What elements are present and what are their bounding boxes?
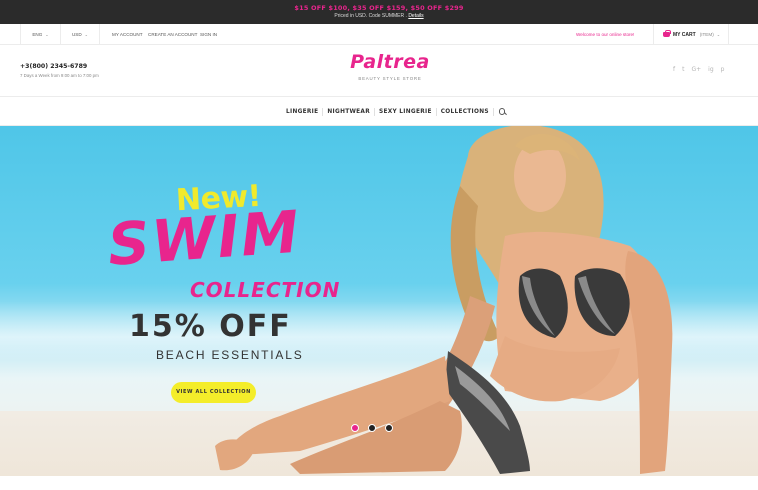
slide-dot-3[interactable]	[385, 424, 393, 432]
site-header: +3(800) 2345-6789 7 Days a Week from 9:0…	[0, 45, 758, 97]
chevron-down-icon: ⌄	[84, 32, 89, 37]
nav-item-collections[interactable]: Collections	[437, 107, 494, 116]
cart-label: MY CART	[673, 32, 696, 38]
instagram-icon[interactable]: ig	[708, 66, 713, 73]
promo-note-text: Priced in USD. Code SUMMER .	[334, 13, 407, 19]
social-links: f t G+ ig p	[673, 66, 724, 73]
twitter-icon[interactable]: t	[682, 66, 684, 73]
promo-note: Priced in USD. Code SUMMER . Details	[0, 13, 758, 19]
phone-number: +3(800) 2345-6789	[20, 63, 88, 70]
site-tagline: Beauty Style Store	[358, 76, 422, 81]
promo-details-link[interactable]: Details	[408, 13, 423, 19]
language-value: ENG	[32, 32, 43, 37]
slide-dot-2[interactable]	[368, 424, 376, 432]
nav-menu: Lingerie Nightwear Sexy Lingerie Collect…	[282, 97, 506, 126]
page-bottom-strip	[0, 476, 758, 490]
slide-dot-1[interactable]	[351, 424, 359, 432]
currency-value: USD	[71, 32, 82, 37]
hero-tagline: BEACH ESSENTIALS	[156, 348, 304, 362]
search-icon[interactable]	[498, 108, 506, 115]
currency-selector[interactable]: USD ⌄	[60, 24, 100, 45]
facebook-icon[interactable]: f	[673, 66, 675, 73]
business-hours: 7 Days a Week from 9:00 am to 7:00 pm	[20, 73, 99, 78]
hero-headline: SWIM	[105, 197, 303, 279]
utility-bar: ENG ⌄ USD ⌄ MY ACCOUNT CREATE AN ACCOUNT S…	[0, 24, 758, 45]
slider-pagination	[351, 424, 393, 432]
nav-item-lingerie[interactable]: Lingerie	[282, 107, 324, 116]
sign-in-link[interactable]: SIGN IN	[200, 24, 217, 45]
site-logo[interactable]: Paltrea	[330, 51, 450, 73]
chevron-down-icon: ⌄	[716, 32, 721, 37]
main-nav: Lingerie Nightwear Sexy Lingerie Collect…	[0, 97, 758, 126]
google-plus-icon[interactable]: G+	[691, 66, 701, 73]
chevron-down-icon: ⌄	[45, 32, 49, 37]
promo-bar: $15 OFF $100, $35 OFF $159, $50 OFF $299…	[0, 0, 758, 24]
create-account-link[interactable]: CREATE AN ACCOUNT	[148, 24, 197, 45]
hero-subheadline: COLLECTION	[190, 278, 341, 302]
hero-slider: New! SWIM COLLECTION 15% OFF BEACH ESSEN…	[0, 126, 758, 476]
hero-offer: 15% OFF	[129, 309, 292, 344]
pinterest-icon[interactable]: p	[721, 66, 725, 73]
promo-offers: $15 OFF $100, $35 OFF $159, $50 OFF $299	[294, 4, 464, 12]
cart-count: (ITEM)	[699, 32, 714, 37]
my-account-link[interactable]: MY ACCOUNT	[112, 24, 143, 45]
shopping-bag-icon	[663, 30, 671, 37]
language-selector[interactable]: ENG ⌄	[20, 24, 60, 45]
nav-item-sexy-lingerie[interactable]: Sexy Lingerie	[375, 107, 437, 116]
nav-item-nightwear[interactable]: Nightwear	[323, 107, 375, 116]
view-collection-button[interactable]: VIEW ALL COLLECTION	[171, 382, 256, 403]
cart-button[interactable]: MY CART (ITEM) ⌄	[653, 24, 729, 45]
welcome-message: Welcome to our online store!	[576, 32, 635, 37]
